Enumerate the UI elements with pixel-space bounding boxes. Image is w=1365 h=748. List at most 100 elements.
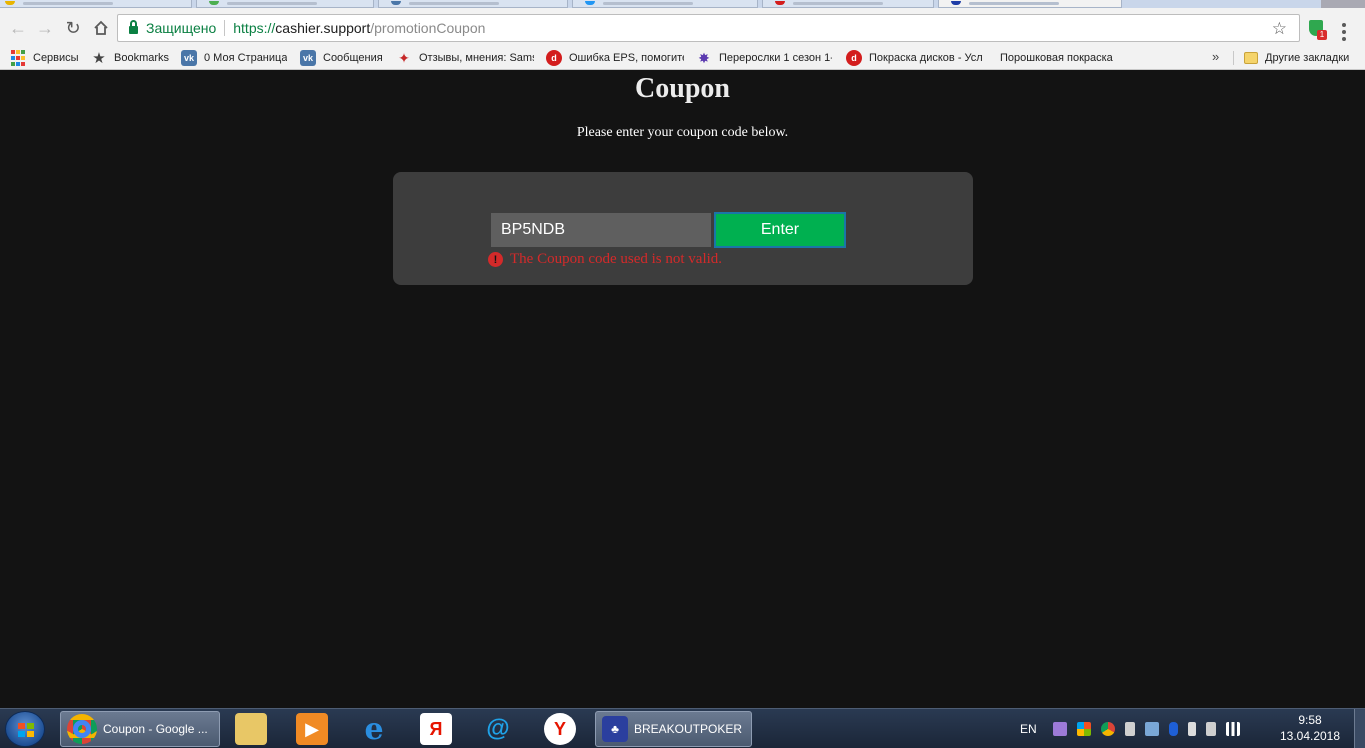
home-icon	[94, 20, 108, 35]
language-indicator[interactable]: EN	[1020, 722, 1037, 736]
bookmark-label: Покраска дисков - Усл	[869, 52, 983, 64]
clock-time: 9:58	[1298, 713, 1322, 727]
volume-icon[interactable]	[1205, 722, 1216, 736]
page-content: Coupon Please enter your coupon code bel…	[0, 71, 1365, 708]
url-scheme: https://	[233, 20, 276, 36]
bookmark-powder-coating[interactable]: Порошковая покраска	[1000, 49, 1134, 67]
arrow-left-icon: ←	[9, 18, 27, 38]
vk-icon: vk	[181, 50, 197, 66]
browser-tab[interactable]	[0, 0, 192, 8]
bookmarks-bar: Сервисы ★ Bookmarks vk 0 Моя Страница vk…	[0, 46, 1365, 70]
page-title: Coupon	[635, 73, 730, 104]
taskbar-task-label: Coupon - Google ...	[103, 722, 208, 736]
system-clock[interactable]: 9:58 13.04.2018	[1278, 712, 1342, 744]
window-close-button[interactable]	[1321, 0, 1365, 8]
poker-app-icon: ♣	[602, 716, 628, 742]
office-icon[interactable]	[1076, 722, 1091, 736]
vk-icon: vk	[300, 50, 316, 66]
taskbar-chrome-window[interactable]: Coupon - Google ...	[60, 711, 220, 747]
tab-favicon-icon	[585, 1, 595, 5]
tab-favicon-icon	[775, 1, 785, 5]
enter-button[interactable]: Enter	[714, 212, 846, 248]
file-explorer-icon[interactable]	[235, 713, 267, 745]
battery-icon[interactable]	[1187, 722, 1196, 736]
apps-grid-icon	[10, 50, 26, 66]
extension-badge-count: 1	[1317, 30, 1327, 40]
lock-icon	[129, 20, 138, 34]
bookmark-disk-painting[interactable]: d Покраска дисков - Усл	[846, 49, 984, 67]
bookmark-label: Bookmarks	[114, 52, 170, 64]
url-path: /promotionCoupon	[370, 20, 486, 36]
action-center-flag-icon[interactable]	[1124, 722, 1135, 736]
bookmark-label: 0 Моя Страница	[204, 52, 288, 64]
pen-icon[interactable]	[1052, 722, 1067, 736]
forward-button[interactable]: →	[33, 16, 57, 40]
taskbar-poker-window[interactable]: ♣ BREAKOUTPOKER	[595, 711, 752, 747]
browser-tab[interactable]	[762, 0, 934, 8]
error-text: The Coupon code used is not valid.	[510, 251, 723, 267]
signal-icon[interactable]	[1225, 722, 1240, 736]
tab-favicon-icon	[209, 1, 219, 5]
chrome-tray-icon[interactable]	[1100, 722, 1115, 736]
coupon-form-card: Enter ! The Coupon code used is not vali…	[393, 172, 973, 285]
bookmark-eps-error[interactable]: d Ошибка EPS, помогите	[546, 49, 684, 67]
network-monitor-icon[interactable]	[1144, 722, 1159, 736]
pinwheel-icon: ✸	[698, 49, 710, 66]
bookmark-folder-bookmarks[interactable]: ★ Bookmarks	[91, 49, 169, 67]
bookmark-vk-messages[interactable]: vk Сообщения	[300, 49, 383, 67]
browser-tab-active[interactable]	[938, 0, 1122, 8]
error-message: ! The Coupon code used is not valid.	[488, 251, 722, 268]
bookmark-series[interactable]: ✸ Перерослки 1 сезон 1-	[696, 49, 832, 67]
bookmark-label: Перерослки 1 сезон 1-	[719, 52, 832, 64]
browser-toolbar: ← → ↻ Защищено https://cashier.support/p…	[0, 8, 1365, 46]
taskbar-task-label: BREAKOUTPOKER	[634, 722, 743, 736]
tab-favicon-icon	[951, 1, 961, 5]
plug-icon: ✦	[398, 49, 410, 66]
page-subtitle: Please enter your coupon code below.	[576, 125, 789, 140]
bluetooth-icon[interactable]	[1168, 722, 1178, 736]
star-icon: ★	[92, 50, 106, 67]
windows-logo-icon	[18, 723, 34, 737]
bookmark-reviews[interactable]: ✦ Отзывы, мнения: Sams	[396, 49, 534, 67]
browser-tab[interactable]	[572, 0, 758, 8]
browser-menu-button[interactable]	[1342, 23, 1346, 41]
arrow-right-icon: →	[36, 18, 54, 38]
tab-favicon-icon	[5, 1, 15, 5]
extension-button[interactable]: 1	[1307, 20, 1327, 40]
drive2-icon: d	[546, 50, 562, 66]
address-bar[interactable]: Защищено https://cashier.support/promoti…	[117, 14, 1300, 42]
yandex-icon[interactable]: Я	[420, 713, 452, 745]
bookmark-other[interactable]: Другие закладки	[1244, 49, 1349, 67]
chrome-icon	[67, 714, 97, 744]
yandex-browser-icon[interactable]: Y	[544, 713, 576, 745]
bookmark-label: Другие закладки	[1265, 52, 1350, 64]
error-icon: !	[488, 252, 503, 267]
drive2-icon: d	[846, 50, 862, 66]
windows-taskbar: Coupon - Google ... ▶ e Я @ Y ♣ BREAKOUT…	[0, 708, 1365, 748]
bookmark-label: Сервисы	[33, 52, 79, 64]
bookmarks-overflow-button[interactable]: »	[1212, 49, 1219, 64]
show-desktop-button[interactable]	[1354, 709, 1365, 748]
start-button[interactable]	[5, 711, 45, 747]
secure-label: Защищено	[146, 20, 217, 36]
back-button[interactable]: ←	[6, 16, 30, 40]
coupon-code-input[interactable]	[491, 213, 711, 247]
media-player-icon[interactable]: ▶	[296, 713, 328, 745]
browser-tab[interactable]	[196, 0, 374, 8]
bookmark-label: Ошибка EPS, помогите	[569, 52, 684, 64]
reload-icon: ↻	[65, 18, 81, 38]
bookmark-label: Сообщения	[323, 52, 383, 64]
internet-explorer-icon[interactable]: e	[358, 712, 390, 747]
browser-tab[interactable]	[378, 0, 568, 8]
bookmark-vk-page[interactable]: vk 0 Моя Страница	[181, 49, 287, 67]
bookmark-star-icon[interactable]: ☆	[1272, 19, 1287, 39]
reload-button[interactable]: ↻	[61, 16, 85, 40]
url-host: cashier.support	[275, 20, 371, 36]
bookmark-services[interactable]: Сервисы	[10, 49, 79, 67]
tab-favicon-icon	[391, 1, 401, 5]
tab-strip	[0, 0, 1365, 8]
home-button[interactable]	[89, 16, 113, 40]
bookmark-label: Порошковая покраска	[1000, 52, 1113, 64]
menu-dots-icon	[1342, 23, 1346, 27]
mail-icon[interactable]: @	[482, 713, 514, 745]
